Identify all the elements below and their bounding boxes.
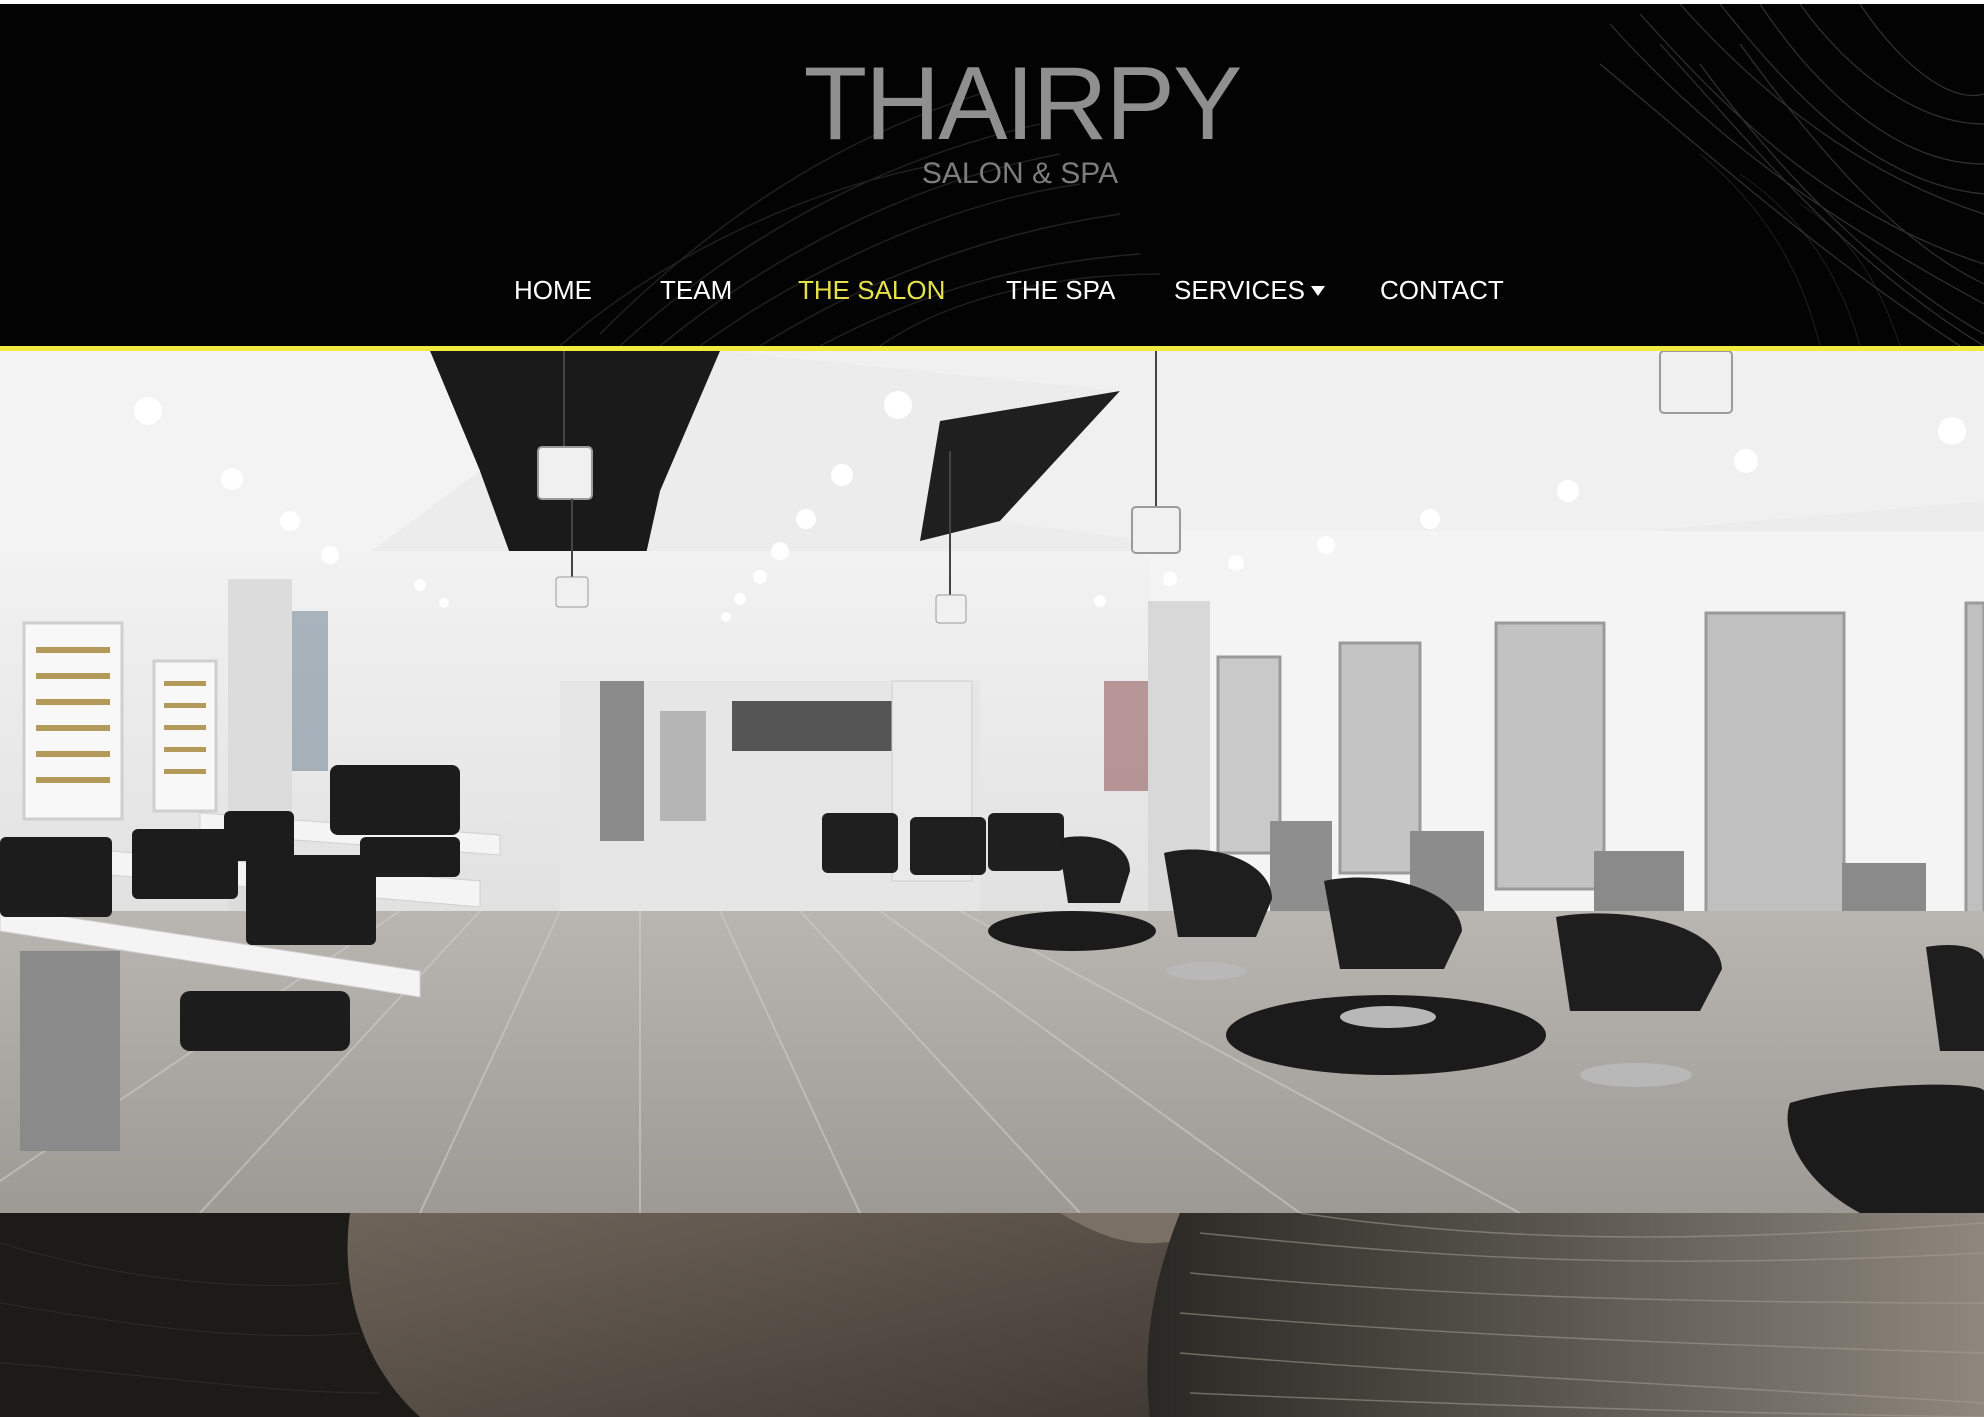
main-nav: HOME TEAM THE SALON THE SPA SERVICES CON… [0,272,1984,312]
hair-closeup-illustration [0,1213,1984,1417]
nav-the-spa[interactable]: THE SPA [1006,272,1115,308]
polish-rack-right [152,659,218,813]
logo-name: THAIRPY [803,46,1243,162]
salon-photo-illustration [0,351,1984,1213]
site-logo[interactable]: THAIRPY SALON & SPA [0,50,1984,192]
caret-down-icon [1311,286,1326,296]
salon-interior-photo [0,351,1984,1213]
page: THAIRPY SALON & SPA HOME TEAM THE SALON … [0,0,1984,1417]
nav-services[interactable]: SERVICES [1174,272,1326,308]
nav-team[interactable]: TEAM [660,272,732,308]
site-header: THAIRPY SALON & SPA HOME TEAM THE SALON … [0,4,1984,346]
nav-contact[interactable]: CONTACT [1380,272,1504,308]
polish-rack-left [22,621,124,821]
logo-tagline: SALON & SPA [921,157,1119,190]
nav-home[interactable]: HOME [514,272,592,308]
nav-the-salon[interactable]: THE SALON [798,272,945,308]
nav-services-label: SERVICES [1174,275,1306,305]
hair-closeup-banner [0,1213,1984,1417]
